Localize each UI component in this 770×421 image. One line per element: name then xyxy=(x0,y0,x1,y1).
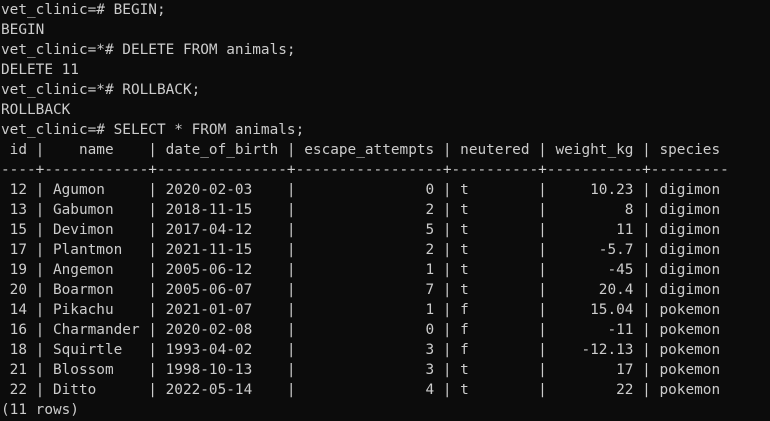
table-row: 17 | Plantmon | 2021-11-15 | 2 | t | -5.… xyxy=(1,242,721,258)
table-row: 13 | Gabumon | 2018-11-15 | 2 | t | 8 | … xyxy=(1,202,721,218)
table-row: 21 | Blossom | 1998-10-13 | 3 | t | 17 |… xyxy=(1,362,721,378)
prompt-line-select: vet_clinic=# SELECT * FROM animals; xyxy=(1,122,305,138)
prompt-line-rollback: vet_clinic=*# ROLLBACK; xyxy=(1,82,201,98)
row-count: (11 rows) xyxy=(1,402,79,418)
prompt-line-begin: vet_clinic=# BEGIN; xyxy=(1,2,166,18)
prompt-line-delete: vet_clinic=*# DELETE FROM animals; xyxy=(1,42,296,58)
table-separator: ----+------------+---------------+------… xyxy=(1,162,729,178)
table-row: 18 | Squirtle | 1993-04-02 | 3 | f | -12… xyxy=(1,342,721,358)
output-line-delete: DELETE 11 xyxy=(1,62,79,78)
table-row: 16 | Charmander | 2020-02-08 | 0 | f | -… xyxy=(1,322,721,338)
table-row: 20 | Boarmon | 2005-06-07 | 7 | t | 20.4… xyxy=(1,282,721,298)
table-row: 15 | Devimon | 2017-04-12 | 5 | t | 11 |… xyxy=(1,222,721,238)
table-header: id | name | date_of_birth | escape_attem… xyxy=(1,142,721,158)
table-row: 22 | Ditto | 2022-05-14 | 4 | t | 22 | p… xyxy=(1,382,721,398)
table-row: 19 | Angemon | 2005-06-12 | 1 | t | -45 … xyxy=(1,262,721,278)
table-row: 14 | Pikachu | 2021-01-07 | 1 | f | 15.0… xyxy=(1,302,721,318)
output-line-begin: BEGIN xyxy=(1,22,45,38)
output-line-rollback: ROLLBACK xyxy=(1,102,71,118)
terminal-window[interactable]: vet_clinic=# BEGIN; BEGIN vet_clinic=*# … xyxy=(0,0,770,421)
table-row: 12 | Agumon | 2020-02-03 | 0 | t | 10.23… xyxy=(1,182,721,198)
